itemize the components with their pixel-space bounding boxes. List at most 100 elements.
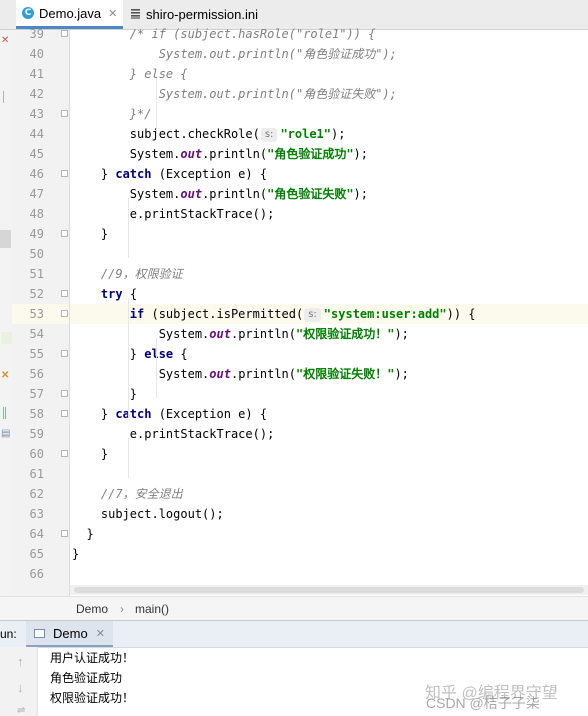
line-number: 63: [29, 507, 44, 521]
line-number: 46: [29, 167, 44, 181]
line-number: 62: [29, 487, 44, 501]
indent-guide: [156, 78, 157, 138]
code-line[interactable]: 42 System.out.println("角色验证失败");: [0, 84, 588, 104]
line-number: 64: [29, 527, 44, 541]
code-text: System.out.println("角色验证失败");: [72, 87, 397, 101]
line-number: 48: [29, 207, 44, 221]
close-icon[interactable]: ✕: [108, 7, 117, 20]
line-number: 52: [29, 287, 44, 301]
code-line[interactable]: 39 /* if (subject.hasRole("role1")) {: [0, 24, 588, 44]
indent-guide: [128, 298, 129, 418]
code-line[interactable]: 58 } catch (Exception e) {: [0, 404, 588, 424]
run-panel-label: un:: [0, 627, 17, 641]
line-number: 51: [29, 267, 44, 281]
breadcrumb-method[interactable]: main(): [135, 602, 169, 616]
code-line[interactable]: 62 //7，安全退出: [0, 484, 588, 504]
code-line[interactable]: 56 System.out.println("权限验证失败！");: [0, 364, 588, 384]
breadcrumb-separator: ›: [120, 602, 124, 616]
indent-guide: [128, 438, 129, 478]
code-line[interactable]: 65}: [0, 544, 588, 564]
line-number: 44: [29, 127, 44, 141]
wrap-icon[interactable]: ⇌: [17, 705, 25, 716]
code-text: //7，安全退出: [72, 487, 183, 501]
line-number: 41: [29, 67, 44, 81]
code-line[interactable]: 53 if (subject.isPermitted(s: "system:use…: [0, 304, 588, 324]
line-number: 54: [29, 327, 44, 341]
code-line[interactable]: 64 }: [0, 524, 588, 544]
code-text: }: [72, 447, 109, 461]
code-line[interactable]: 41 } else {: [0, 64, 588, 84]
close-icon[interactable]: ✕: [96, 627, 105, 640]
fold-marker-icon[interactable]: [61, 230, 68, 237]
code-text: }: [72, 227, 109, 241]
code-line[interactable]: 55 } else {: [0, 344, 588, 364]
code-text: }: [72, 547, 80, 561]
console-output[interactable]: 用户认证成功！ 角色验证成功 权限验证成功！: [50, 648, 134, 708]
run-panel-header: un: Demo ✕: [0, 620, 588, 648]
code-text: e.printStackTrace();: [72, 207, 275, 221]
line-number: 53: [29, 307, 44, 321]
line-number: 59: [29, 427, 44, 441]
line-number: 66: [29, 567, 44, 581]
code-text: /* if (subject.hasRole("role1")) {: [72, 27, 376, 41]
line-number: 61: [29, 467, 44, 481]
code-line[interactable]: 45 System.out.println("角色验证成功");: [0, 144, 588, 164]
code-line[interactable]: 44 subject.checkRole(s: "role1");: [0, 124, 588, 144]
code-text: } else {: [72, 347, 188, 361]
code-lines: 39 /* if (subject.hasRole("role1")) {40 …: [0, 24, 588, 584]
code-line[interactable]: 66: [0, 564, 588, 584]
fold-marker-icon[interactable]: [61, 410, 68, 417]
fold-marker-icon[interactable]: [61, 450, 68, 457]
fold-marker-icon[interactable]: [61, 290, 68, 297]
code-line[interactable]: 49 }: [0, 224, 588, 244]
code-line[interactable]: 43 }*/: [0, 104, 588, 124]
run-tab-label: Demo: [53, 625, 88, 641]
scrollbar-thumb[interactable]: [74, 587, 584, 593]
horizontal-scrollbar[interactable]: [70, 585, 588, 595]
code-line[interactable]: 63 subject.logout();: [0, 504, 588, 524]
code-text: subject.checkRole(s: "role1");: [72, 127, 346, 142]
code-text: } else {: [72, 67, 188, 81]
fold-marker-icon[interactable]: [61, 350, 68, 357]
run-toolbar: ↑ ↓ ⇌: [0, 647, 38, 716]
code-line[interactable]: 54 System.out.println("权限验证成功！");: [0, 324, 588, 344]
code-line[interactable]: 52 try {: [0, 284, 588, 304]
arrow-down-icon[interactable]: ↓: [17, 680, 24, 695]
fold-marker-icon[interactable]: [61, 110, 68, 117]
breadcrumb: Demo › main(): [0, 596, 588, 621]
code-text: //9，权限验证: [72, 267, 183, 281]
java-class-icon: C: [22, 7, 34, 19]
code-line[interactable]: 40 System.out.println("角色验证成功");: [0, 44, 588, 64]
console-line: 角色验证成功: [50, 671, 123, 685]
run-tab-demo[interactable]: Demo ✕: [26, 621, 113, 647]
code-line[interactable]: 47 System.out.println("角色验证失败");: [0, 184, 588, 204]
code-text: System.out.println("角色验证成功");: [72, 147, 368, 161]
line-number: 42: [29, 87, 44, 101]
line-number: 58: [29, 407, 44, 421]
code-line[interactable]: 48 e.printStackTrace();: [0, 204, 588, 224]
code-line[interactable]: 51 //9，权限验证: [0, 264, 588, 284]
fold-marker-icon[interactable]: [61, 390, 68, 397]
code-line[interactable]: 57 }: [0, 384, 588, 404]
code-text: }*/: [72, 107, 152, 121]
line-number: 49: [29, 227, 44, 241]
code-line[interactable]: 59 e.printStackTrace();: [0, 424, 588, 444]
code-line[interactable]: 46 } catch (Exception e) {: [0, 164, 588, 184]
code-text: System.out.println("权限验证成功！");: [72, 327, 409, 341]
fold-marker-icon[interactable]: [61, 530, 68, 537]
line-number: 45: [29, 147, 44, 161]
fold-marker-icon[interactable]: [61, 30, 68, 37]
code-line[interactable]: 60 }: [0, 444, 588, 464]
tab-label: Demo.java: [39, 5, 102, 21]
code-line[interactable]: 50: [0, 244, 588, 264]
run-config-icon: [34, 628, 45, 638]
breadcrumb-class[interactable]: Demo: [76, 602, 108, 616]
arrow-up-icon[interactable]: ↑: [17, 654, 24, 669]
code-text: if (subject.isPermitted(s: "system:user:a…: [129, 307, 476, 322]
code-line[interactable]: 61: [0, 464, 588, 484]
code-text: e.printStackTrace();: [72, 427, 275, 441]
fold-marker-icon[interactable]: [61, 170, 68, 177]
code-text: System.out.println("权限验证失败！");: [72, 367, 409, 381]
line-number: 40: [29, 47, 44, 61]
fold-marker-icon[interactable]: [61, 310, 68, 317]
